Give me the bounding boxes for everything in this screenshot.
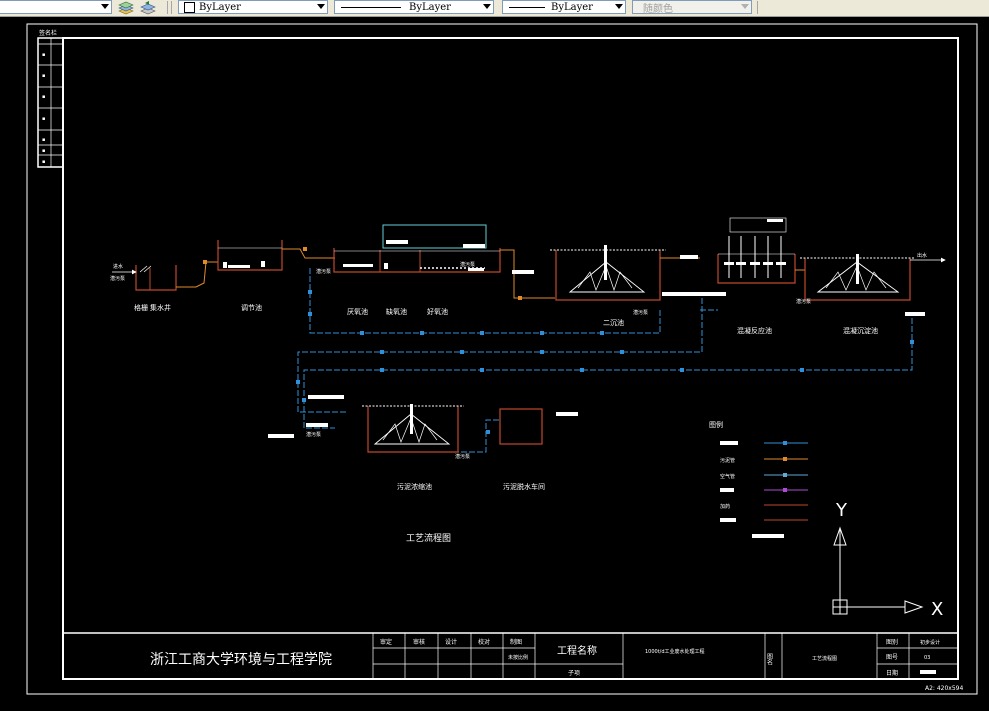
equalization-tank: 调节池 [217,240,335,312]
ucs-icon [832,526,924,615]
pump-label-d: 潜污泵 [633,309,648,316]
lineweight-sample-icon [509,6,545,8]
legend-row2-label: 污泥管 [720,457,735,464]
coagulation-label: 混凝反应池 [737,326,772,335]
effluent-label: 出水 [917,252,927,259]
institution-name: 浙江工商大学环境与工程学院 [150,652,332,668]
linetype-combo[interactable]: ByLayer [334,0,494,14]
pump-label-f: 潜污泵 [306,431,321,438]
pump-label-c: 潜污泵 [460,261,475,268]
legend-title: 图例 [709,420,723,429]
plotstyle-combo[interactable]: 随颜色 [632,0,752,15]
sludge-dewatering-building: 污泥脱水车间 [499,408,578,491]
svg-text:▪: ▪ [42,137,45,143]
legend-row3-label: 空气管 [720,473,735,480]
stage-label: 图别 [886,638,898,646]
raw-water-label: 进水 [113,263,123,270]
sedimentation-label: 混凝沉淀池 [843,326,878,335]
pump-label-a: 潜污泵 [110,275,125,282]
project-name-value: 1000t/d工业废水处理工程 [645,648,705,655]
number-label: 图号 [886,654,898,661]
drawing-name-value: 工艺流程图 [812,655,837,662]
legend: 图例 污泥管 空气管 加药 [709,420,808,538]
sludge-pipelines [297,268,913,453]
header-cell-1: 审定 [380,638,392,646]
properties-toolbar: ByLayer ByLayer ByLayer 随颜色 [0,0,989,17]
header-cell-5: 制图 [510,638,522,646]
sump-label: 集水井 [150,303,171,312]
linetype-sample-icon [341,6,401,8]
sedimentation-tank: 出水 潜污泵 混凝沉淀池 [796,252,946,335]
toolbar-separator [171,1,172,14]
plotstyle-combo-value: 随颜色 [643,3,673,15]
number-value: 03 [924,655,930,661]
anoxic-label: 厌氧池 [347,307,368,316]
layer-states-icon[interactable] [117,0,135,15]
svg-text:▪: ▪ [42,116,45,122]
pump-label-e: 潜污泵 [796,298,811,305]
screen-sump-unit: 进水 潜污泵 格栅 集水井 [110,260,218,312]
sheet-outer-frame [26,23,978,695]
sheet-inner-frame [62,37,959,680]
flow-diagram-title: 工艺流程图 [406,532,451,544]
sheet-size-label: A2: 420x594 [925,685,963,692]
coagulation-tank: 混凝反应池 [717,217,806,335]
header-cell-3: 设计 [445,638,457,646]
project-name-label: 工程名称 [557,644,597,657]
svg-text:▪: ▪ [42,148,45,154]
header-cell-2: 审核 [413,638,425,646]
layer-previous-icon[interactable] [139,0,157,15]
date-label: 日期 [886,669,898,677]
lineweight-combo[interactable]: ByLayer [502,0,626,14]
svg-text:▪: ▪ [42,159,45,165]
legend-row5-label: 加药 [720,503,730,510]
stage-value: 初步设计 [920,639,940,646]
cad-drawing: 签名栏 ▪ ▪ ▪ ▪ ▪ ▪ ▪ 进水 潜污泵 格栅 集水井 调节池 潜污泵 潜污泵 厌氧… [26,23,978,695]
ucs-y-label: Y [835,500,848,521]
ucs-x-label: X [931,599,943,620]
color-combo[interactable]: ByLayer [178,0,328,14]
aerobic-label: 好氧池 [427,307,448,316]
screen-label: 格栅 [134,303,148,312]
secondary-clarifier-label: 二沉池 [603,318,624,327]
lineweight-combo-value: ByLayer [551,1,593,13]
sludge-dewatering-label: 污泥脱水车间 [503,482,545,491]
equalization-label: 调节池 [241,303,262,312]
scale-value: 未按比例 [508,654,528,661]
signature-column: 签名栏 ▪ ▪ ▪ ▪ ▪ ▪ ▪ [37,29,64,168]
secondary-clarifier: 潜污泵 二沉池 [550,245,726,327]
color-swatch-icon [184,1,195,13]
svg-text:▪: ▪ [42,73,45,79]
sludge-thickener-label: 污泥浓缩池 [397,482,432,491]
color-combo-value: ByLayer [199,1,241,13]
pump-label-g: 潜污泵 [455,453,470,460]
toolbar-separator [167,1,168,14]
signature-column-label: 签名栏 [39,29,57,37]
pump-label-b: 潜污泵 [316,268,331,275]
a2o-tanks: 潜污泵 潜污泵 厌氧池 缺氧池 好氧池 [316,224,555,316]
toolbar-separator [757,1,758,14]
drawing-canvas[interactable]: 签名栏 ▪ ▪ ▪ ▪ ▪ ▪ ▪ 进水 潜污泵 格栅 集水井 调节池 潜污泵 … [0,17,989,707]
svg-text:▪: ▪ [42,94,45,100]
linetype-combo-value: ByLayer [409,1,451,13]
prev-combo-tail[interactable] [0,0,112,14]
anaerobic-label: 缺氧池 [386,307,407,316]
svg-text:▪: ▪ [42,52,45,58]
drawing-label: 图名 [766,653,773,666]
project-sub-label: 子项 [568,670,580,677]
title-block: 浙江工商大学环境与工程学院 审定 审核 设计 校对 制图 未按比例 工程名称 子… [62,632,959,680]
header-cell-4: 校对 [478,638,490,646]
